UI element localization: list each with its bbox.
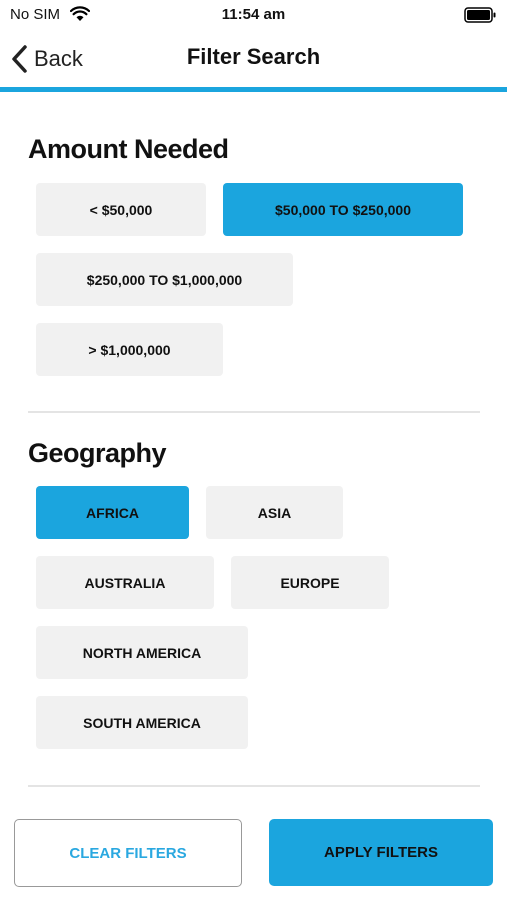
geography-option-africa[interactable]: AFRICA [36,486,189,539]
apply-filters-button[interactable]: APPLY FILTERS [269,819,493,886]
amount-option-250k-1m[interactable]: $250,000 TO $1,000,000 [36,253,293,306]
clock: 11:54 am [221,6,286,23]
geography-option-south-america[interactable]: SOUTH AMERICA [36,696,248,749]
section-divider [28,785,480,787]
battery-icon [464,7,496,23]
nav-accent-bar [0,87,507,92]
amount-option-over-1m[interactable]: > $1,000,000 [36,323,223,376]
status-bar: No SIM 11:54 am [0,0,507,30]
section-divider [28,411,480,413]
clear-filters-button[interactable]: CLEAR FILTERS [14,819,242,887]
geography-option-europe[interactable]: EUROPE [231,556,389,609]
amount-section-title: Amount Needed [28,134,229,164]
geography-option-north-america[interactable]: NORTH AMERICA [36,626,248,679]
geography-option-australia[interactable]: AUSTRALIA [36,556,214,609]
page-title: Filter Search [186,44,321,69]
amount-option-50k-250k[interactable]: $50,000 TO $250,000 [223,183,463,236]
geography-option-asia[interactable]: ASIA [206,486,343,539]
geography-section-title: Geography [28,438,167,468]
nav-bar: Back Filter Search [0,30,507,88]
amount-option-under-50k[interactable]: < $50,000 [36,183,206,236]
